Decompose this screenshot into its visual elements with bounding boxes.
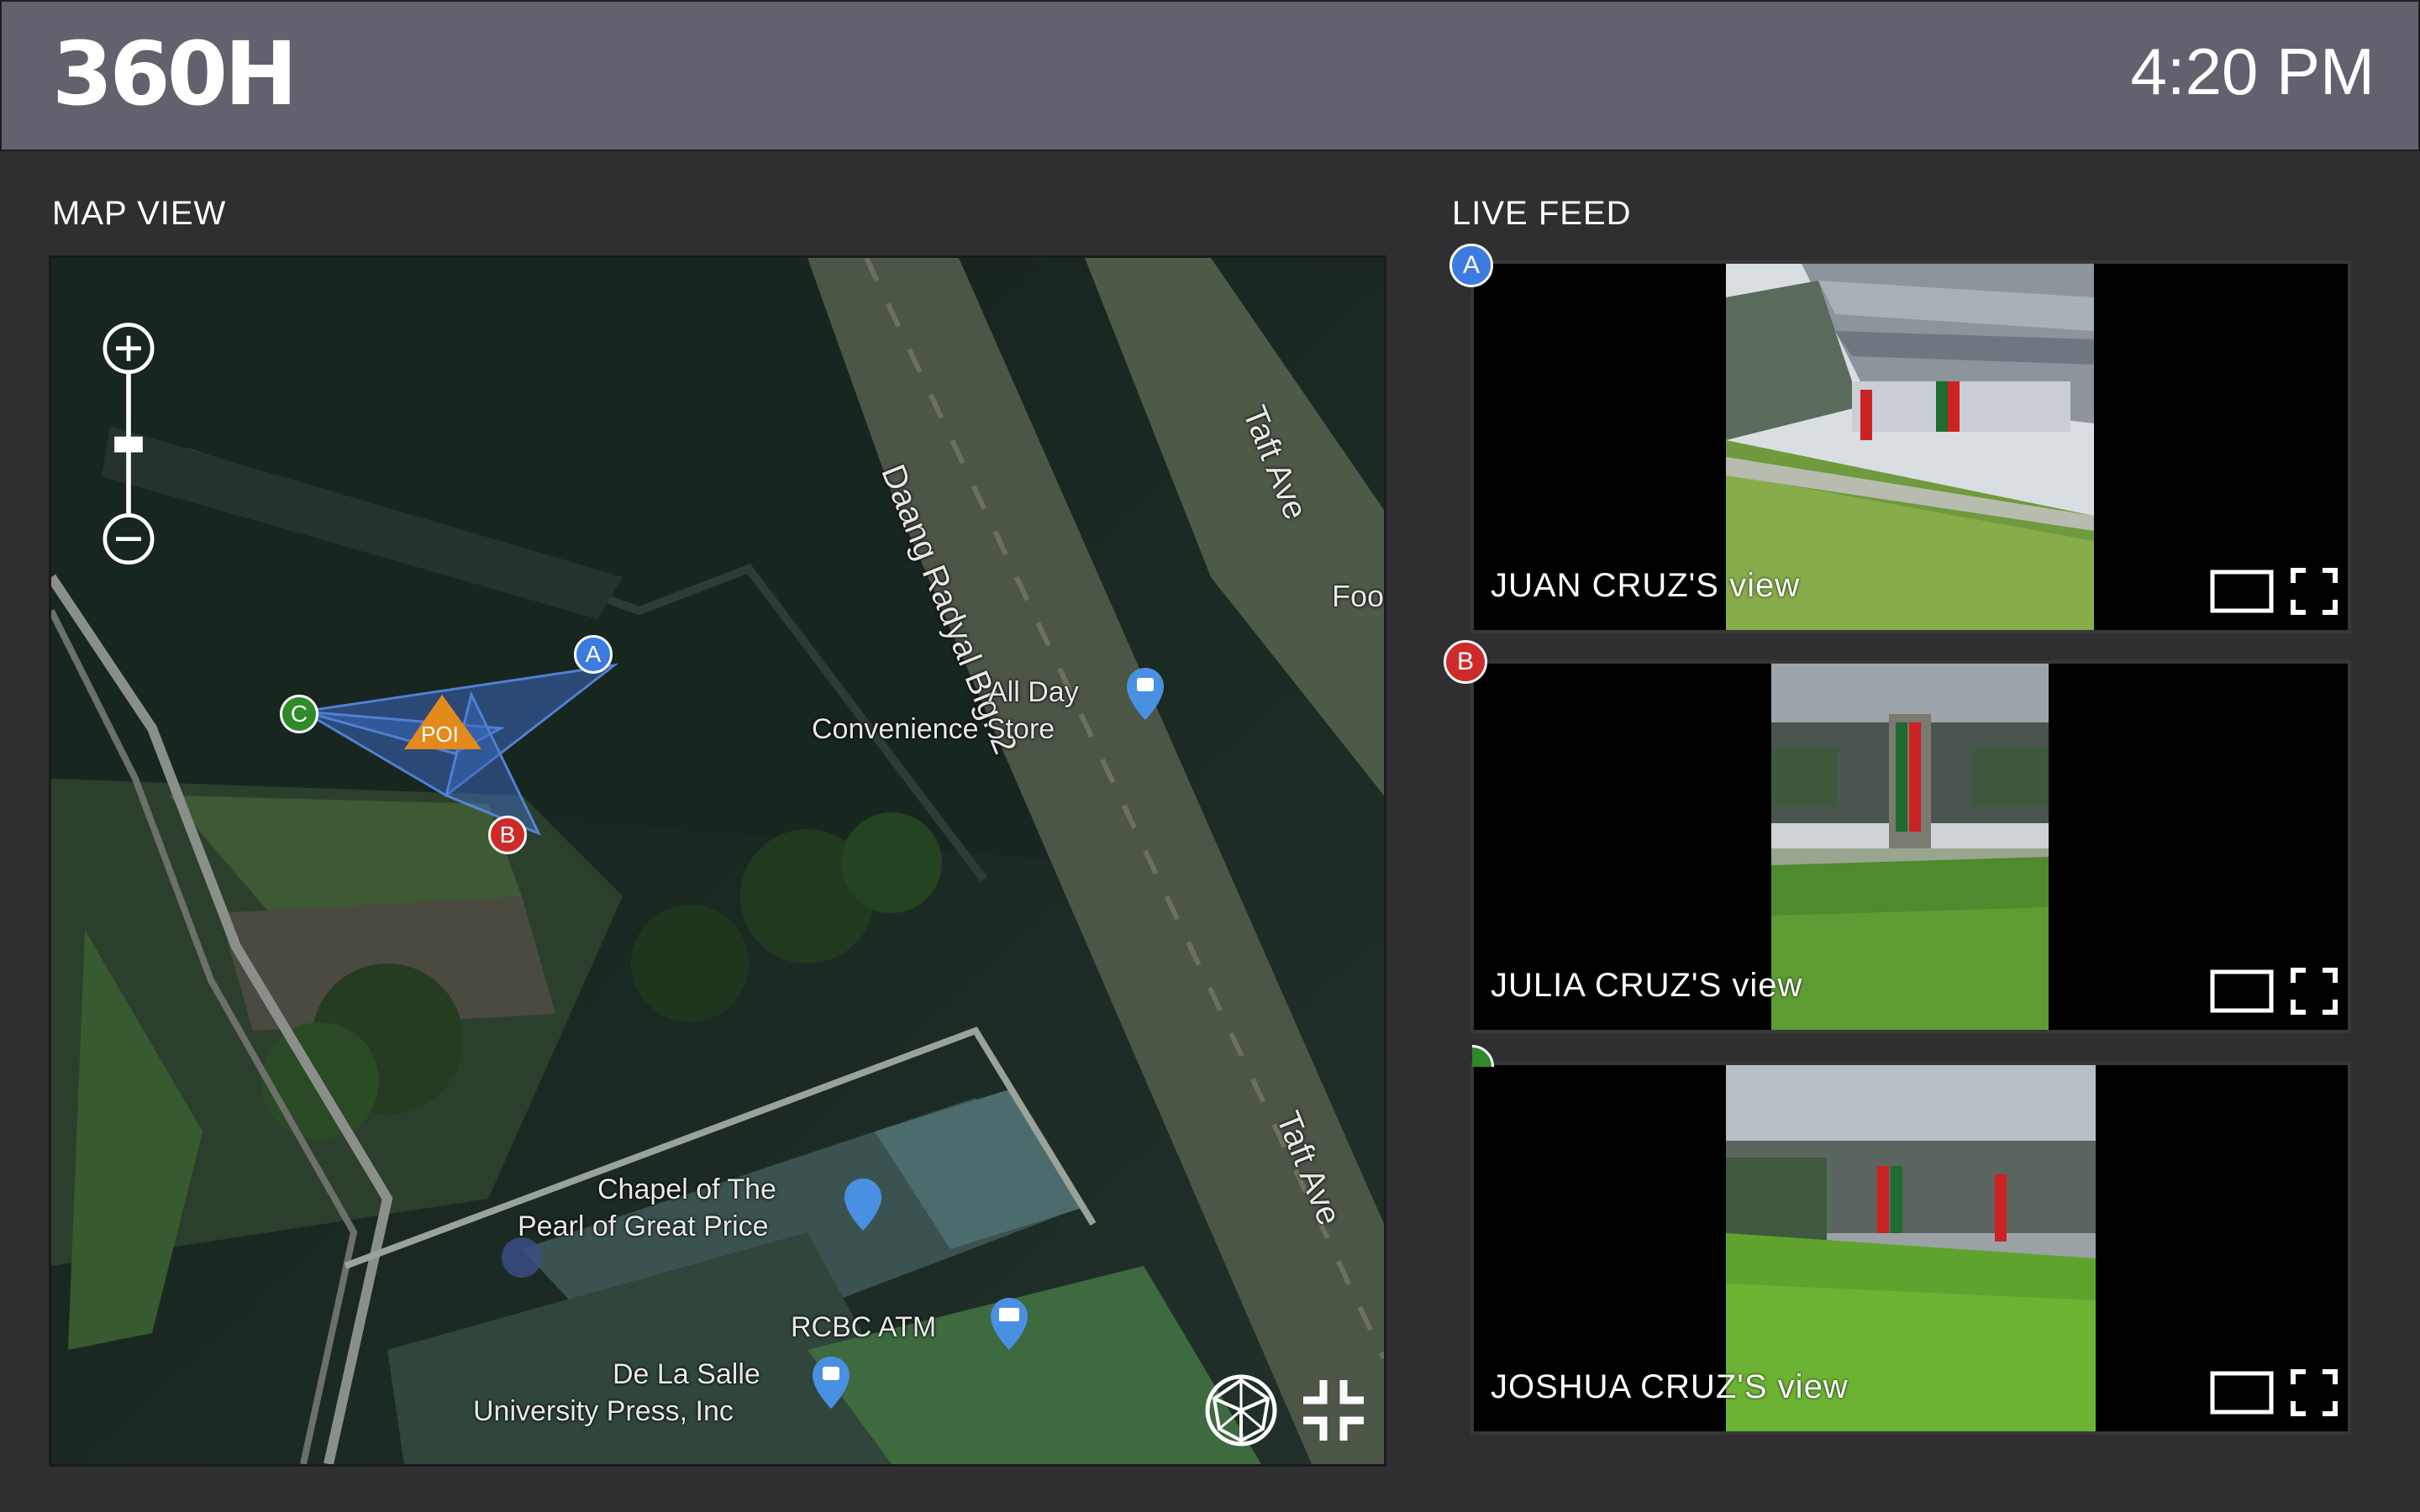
360-sphere-icon[interactable] xyxy=(1204,1373,1278,1447)
map-road-label: Foo xyxy=(1332,579,1385,613)
window-icon[interactable] xyxy=(2210,1371,2274,1415)
map-view[interactable]: Daang Radyal Blg. 2 Taft Ave Taft Ave Fo… xyxy=(49,255,1386,1467)
map-place-label: Convenience Store xyxy=(812,713,1055,745)
feed-card-joshua[interactable]: JOSHUA CRUZ'S view xyxy=(1470,1062,2351,1435)
fullscreen-icon[interactable] xyxy=(2291,968,2338,1015)
collapse-icon[interactable] xyxy=(1300,1377,1367,1444)
feed-badge-a: A xyxy=(1449,244,1493,287)
map-place-label: RCBC ATM xyxy=(791,1311,937,1343)
zoom-slider-handle[interactable] xyxy=(114,436,143,453)
map-marker-b[interactable]: B xyxy=(488,816,527,854)
feed-caption: JUAN CRUZ'S view xyxy=(1491,567,1801,604)
live-feed-title: LIVE FEED xyxy=(1452,195,1632,232)
map-place-label: University Press, Inc xyxy=(473,1395,734,1427)
map-place-label: Pearl of Great Price xyxy=(518,1210,769,1242)
map-marker-c[interactable]: C xyxy=(280,695,318,733)
poi-marker[interactable]: POI xyxy=(421,722,459,748)
app-logo: 360H xyxy=(52,23,297,125)
fullscreen-icon[interactable] xyxy=(2291,1369,2338,1416)
map-place-label: De La Salle xyxy=(613,1358,760,1390)
window-icon[interactable] xyxy=(2210,570,2274,613)
feed-caption: JULIA CRUZ'S view xyxy=(1491,967,1803,1004)
zoom-out-icon[interactable] xyxy=(103,513,155,565)
window-icon[interactable] xyxy=(2210,969,2274,1013)
map-view-title: MAP VIEW xyxy=(52,195,227,232)
camera-view-image xyxy=(1771,664,2049,1030)
clock: 4:20 PM xyxy=(2130,34,2375,108)
map-place-label: Chapel of The xyxy=(597,1173,776,1205)
feed-badge-b: B xyxy=(1444,640,1487,684)
feed-card-julia[interactable]: JULIA CRUZ'S view xyxy=(1470,660,2351,1033)
feed-caption: JOSHUA CRUZ'S view xyxy=(1491,1368,1849,1405)
feed-card-juan[interactable]: JUAN CRUZ'S view xyxy=(1470,260,2351,633)
satellite-map xyxy=(51,258,1384,1464)
zoom-control xyxy=(103,323,155,565)
map-place-label: All Day xyxy=(988,676,1079,708)
map-marker-a[interactable]: A xyxy=(574,635,613,674)
fullscreen-icon[interactable] xyxy=(2291,568,2338,615)
top-bar: 360H 4:20 PM xyxy=(0,0,2420,151)
zoom-in-icon[interactable] xyxy=(103,323,155,375)
